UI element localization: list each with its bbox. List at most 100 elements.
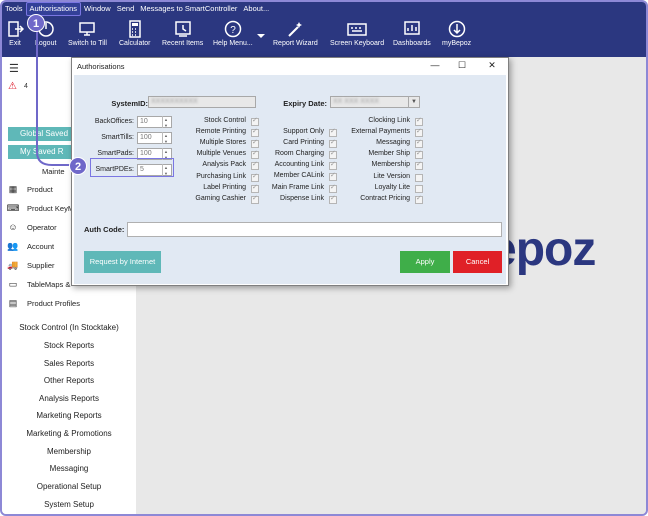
report-stock-control[interactable]: Stock Control (In Stocktake) <box>2 323 136 332</box>
feature-checkbox[interactable] <box>329 171 337 182</box>
feature-checkbox[interactable] <box>415 127 423 138</box>
feature-label: Main Frame Link <box>271 183 324 191</box>
feature-checkbox[interactable] <box>415 138 423 149</box>
dashboards-label: Dashboards <box>393 40 431 47</box>
nav-product-profiles-label: Product Profiles <box>27 298 80 308</box>
feature-label: Remote Printing <box>195 128 246 136</box>
recent-items-button[interactable]: Recent Items <box>162 20 203 47</box>
backoffices-stepper[interactable]: 10 <box>137 115 172 131</box>
menu-tools[interactable]: Tools <box>2 3 26 15</box>
feature-checkbox[interactable] <box>329 138 337 149</box>
calculator-icon <box>129 20 141 38</box>
expiry-date-field[interactable]: XX XXX XXXX ▼ <box>330 96 420 108</box>
report-operational-setup[interactable]: Operational Setup <box>2 482 136 491</box>
feature-checkbox[interactable] <box>329 194 337 204</box>
smarttills-stepper[interactable]: 100 <box>137 131 172 147</box>
tablemaps-icon: ▭ <box>8 278 18 289</box>
feature-checkbox[interactable] <box>415 194 423 204</box>
feature-checkbox[interactable] <box>415 173 423 182</box>
nav-product[interactable]: ▦ Product <box>6 181 53 197</box>
report-analysis[interactable]: Analysis Reports <box>2 394 136 403</box>
mybepoz-icon <box>448 20 465 38</box>
account-icon: 👥 <box>7 240 19 251</box>
feature-label: Accounting Link <box>274 161 324 169</box>
menu-window[interactable]: Window <box>81 3 114 15</box>
menu-send[interactable]: Send <box>114 3 138 15</box>
feature-label: Gaming Cashier <box>195 194 246 202</box>
spin-icon[interactable] <box>162 115 171 131</box>
warning-icon[interactable]: ⚠ <box>8 81 17 92</box>
backoffices-value: 10 <box>140 118 148 125</box>
feature-checkbox[interactable] <box>415 160 423 171</box>
nav-tablemaps[interactable]: ▭ TableMaps & <box>6 276 71 292</box>
report-membership[interactable]: Membership <box>2 447 136 456</box>
report-stock[interactable]: Stock Reports <box>2 341 136 350</box>
feature-checkbox[interactable] <box>415 149 423 160</box>
apply-button[interactable]: Apply <box>400 251 450 273</box>
mybepoz-button[interactable]: myBepoz <box>442 20 471 47</box>
auth-code-label: Auth Code: <box>84 225 125 234</box>
request-by-internet-button[interactable]: Request by Internet <box>84 251 161 273</box>
feature-label: External Payments <box>351 128 410 136</box>
nav-operator[interactable]: ☺ Operator <box>6 219 57 235</box>
report-wizard-label: Report Wizard <box>273 40 318 47</box>
feature-label: Multiple Venues <box>196 150 246 158</box>
minimize-icon[interactable]: — <box>428 60 442 70</box>
callout-badge-2: 2 <box>69 157 87 175</box>
report-system-setup[interactable]: System Setup <box>2 500 136 509</box>
recent-items-label: Recent Items <box>162 40 204 47</box>
screen-keyboard-button[interactable]: Screen Keyboard <box>330 20 384 47</box>
nav-supplier[interactable]: 🚚 Supplier <box>6 257 54 273</box>
dialog-titlebar: Authorisations — ☐ ✕ <box>72 58 508 75</box>
feature-checkbox[interactable] <box>329 149 337 160</box>
product-profiles-icon: ▤ <box>8 297 18 308</box>
keyboard-icon <box>347 23 367 36</box>
menu-messages[interactable]: Messages to SmartController <box>137 3 240 15</box>
auth-code-input[interactable] <box>127 222 502 237</box>
calculator-button[interactable]: Calculator <box>119 20 151 47</box>
report-other[interactable]: Other Reports <box>2 376 136 385</box>
report-marketing[interactable]: Marketing Reports <box>2 411 136 420</box>
feature-checkbox[interactable] <box>251 116 259 126</box>
feature-label: Label Printing <box>203 183 246 191</box>
callout-badge-1: 1 <box>27 14 45 32</box>
maximize-icon[interactable]: ☐ <box>455 60 469 71</box>
feature-label: Lite Version <box>373 172 410 180</box>
nav-product-label: Product <box>27 184 53 194</box>
feature-label: Messaging <box>376 139 410 147</box>
nav-product-keymap-label: Product KeyM <box>27 203 75 213</box>
wand-icon <box>288 22 303 37</box>
dashboard-icon <box>404 21 420 35</box>
recent-items-icon <box>174 21 191 37</box>
dialog-body: SystemID: XXXXXXXXXX Expiry Date: XX XXX… <box>74 75 506 284</box>
report-marketing-promotions[interactable]: Marketing & Promotions <box>2 429 136 438</box>
hamburger-icon[interactable]: ☰ <box>9 62 19 75</box>
report-messaging[interactable]: Messaging <box>2 464 136 473</box>
exit-label: Exit <box>9 40 21 47</box>
report-sales[interactable]: Sales Reports <box>2 359 136 368</box>
report-wizard-button[interactable]: Report Wizard <box>273 20 318 47</box>
feature-checkbox[interactable] <box>329 183 337 193</box>
chevron-down-icon[interactable]: ▼ <box>408 96 419 108</box>
feature-label: Room Charging <box>274 150 324 158</box>
feature-label: Member CALink <box>273 172 324 180</box>
dashboards-button[interactable]: Dashboards <box>393 20 431 47</box>
close-icon[interactable]: ✕ <box>485 60 499 71</box>
feature-checkbox[interactable] <box>329 160 337 171</box>
nav-product-keymap[interactable]: ⌨ Product KeyM <box>6 200 75 216</box>
menu-bar: Tools Authorisations Window Send Message… <box>2 2 272 16</box>
nav-product-profiles[interactable]: ▤ Product Profiles <box>6 295 80 311</box>
menu-about[interactable]: About... <box>240 3 272 15</box>
nav-account[interactable]: 👥 Account <box>6 238 54 254</box>
feature-label: Analysis Pack <box>202 161 246 169</box>
nav-operator-label: Operator <box>27 222 57 232</box>
keymap-icon: ⌨ <box>6 202 20 213</box>
feature-checkbox[interactable] <box>415 116 423 126</box>
spin-icon[interactable] <box>162 131 171 147</box>
feature-checkbox[interactable] <box>415 184 423 193</box>
feature-label: Member Ship <box>368 150 410 158</box>
help-menu-button[interactable]: ? Help Menu... <box>213 20 253 47</box>
cancel-button[interactable]: Cancel <box>453 251 502 273</box>
help-dropdown-arrow[interactable] <box>256 32 266 42</box>
feature-checkbox[interactable] <box>329 127 337 137</box>
